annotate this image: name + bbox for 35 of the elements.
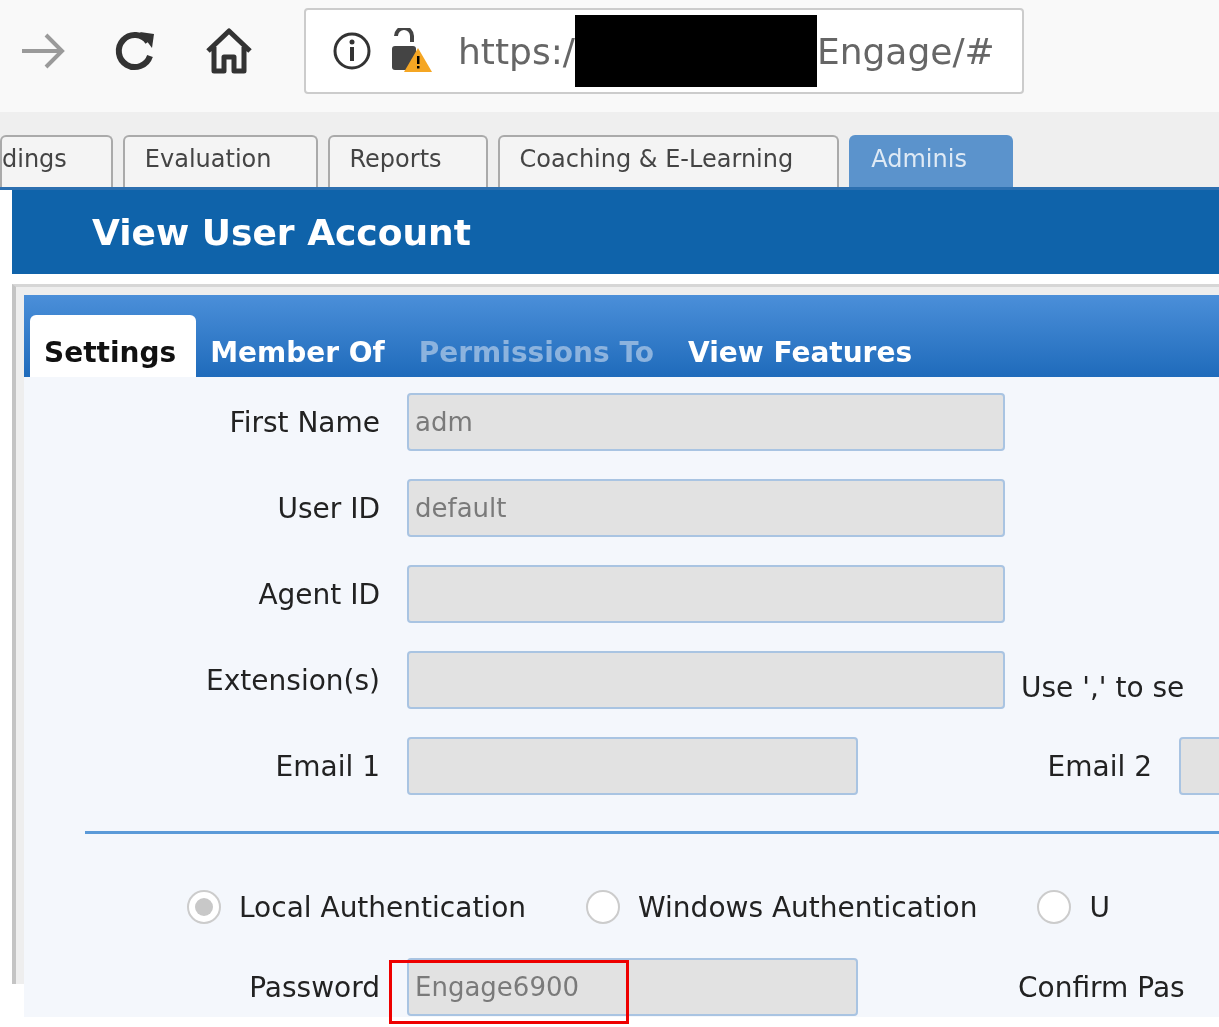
app-tab[interactable]: Evaluation (122, 135, 318, 187)
app-tab[interactable]: Reports (327, 135, 488, 187)
field-label: First Name (228, 405, 380, 439)
page-title: View User Account (92, 211, 471, 253)
tab[interactable]: View Features (674, 315, 933, 377)
info-icon[interactable] (332, 31, 372, 71)
app-tab[interactable]: Adminis (849, 135, 1013, 187)
tab[interactable]: Settings (30, 315, 197, 377)
input-field[interactable] (407, 737, 858, 795)
field-label: Email 1 (274, 749, 380, 783)
field-label: Password (248, 970, 380, 1004)
input-field[interactable]: Engage6900 (407, 958, 858, 1016)
input-field[interactable] (407, 565, 1005, 623)
home-icon[interactable] (204, 27, 254, 75)
radio-button[interactable] (586, 890, 620, 924)
radio-button[interactable] (1037, 890, 1072, 924)
app-tab[interactable]: dings (0, 135, 113, 187)
url-text: Engage/# (816, 30, 995, 72)
field-label: Email 2 (1046, 749, 1152, 783)
radio-label: Windows Authentication (638, 890, 978, 924)
radio-label: U (1089, 890, 1110, 924)
field-label: Agent ID (257, 577, 380, 611)
radio-label: Local Authentication (239, 890, 526, 924)
app-tab[interactable]: Coaching & E-Learning (497, 135, 840, 187)
input-field[interactable] (407, 651, 1005, 709)
address-bar[interactable]: https:/ Engage/# (304, 8, 1024, 94)
field-label: Extension(s) (205, 663, 380, 697)
hint-text: Use ',' to se (1021, 670, 1185, 704)
input-field[interactable]: adm (407, 393, 1005, 451)
url-text: https:/ (458, 30, 575, 72)
input-field[interactable]: default (407, 479, 1005, 537)
field-label: User ID (276, 491, 380, 525)
radio-button[interactable] (187, 890, 221, 924)
field-label: Confirm Pas (1018, 970, 1185, 1004)
tab[interactable]: Member Of (196, 315, 405, 377)
